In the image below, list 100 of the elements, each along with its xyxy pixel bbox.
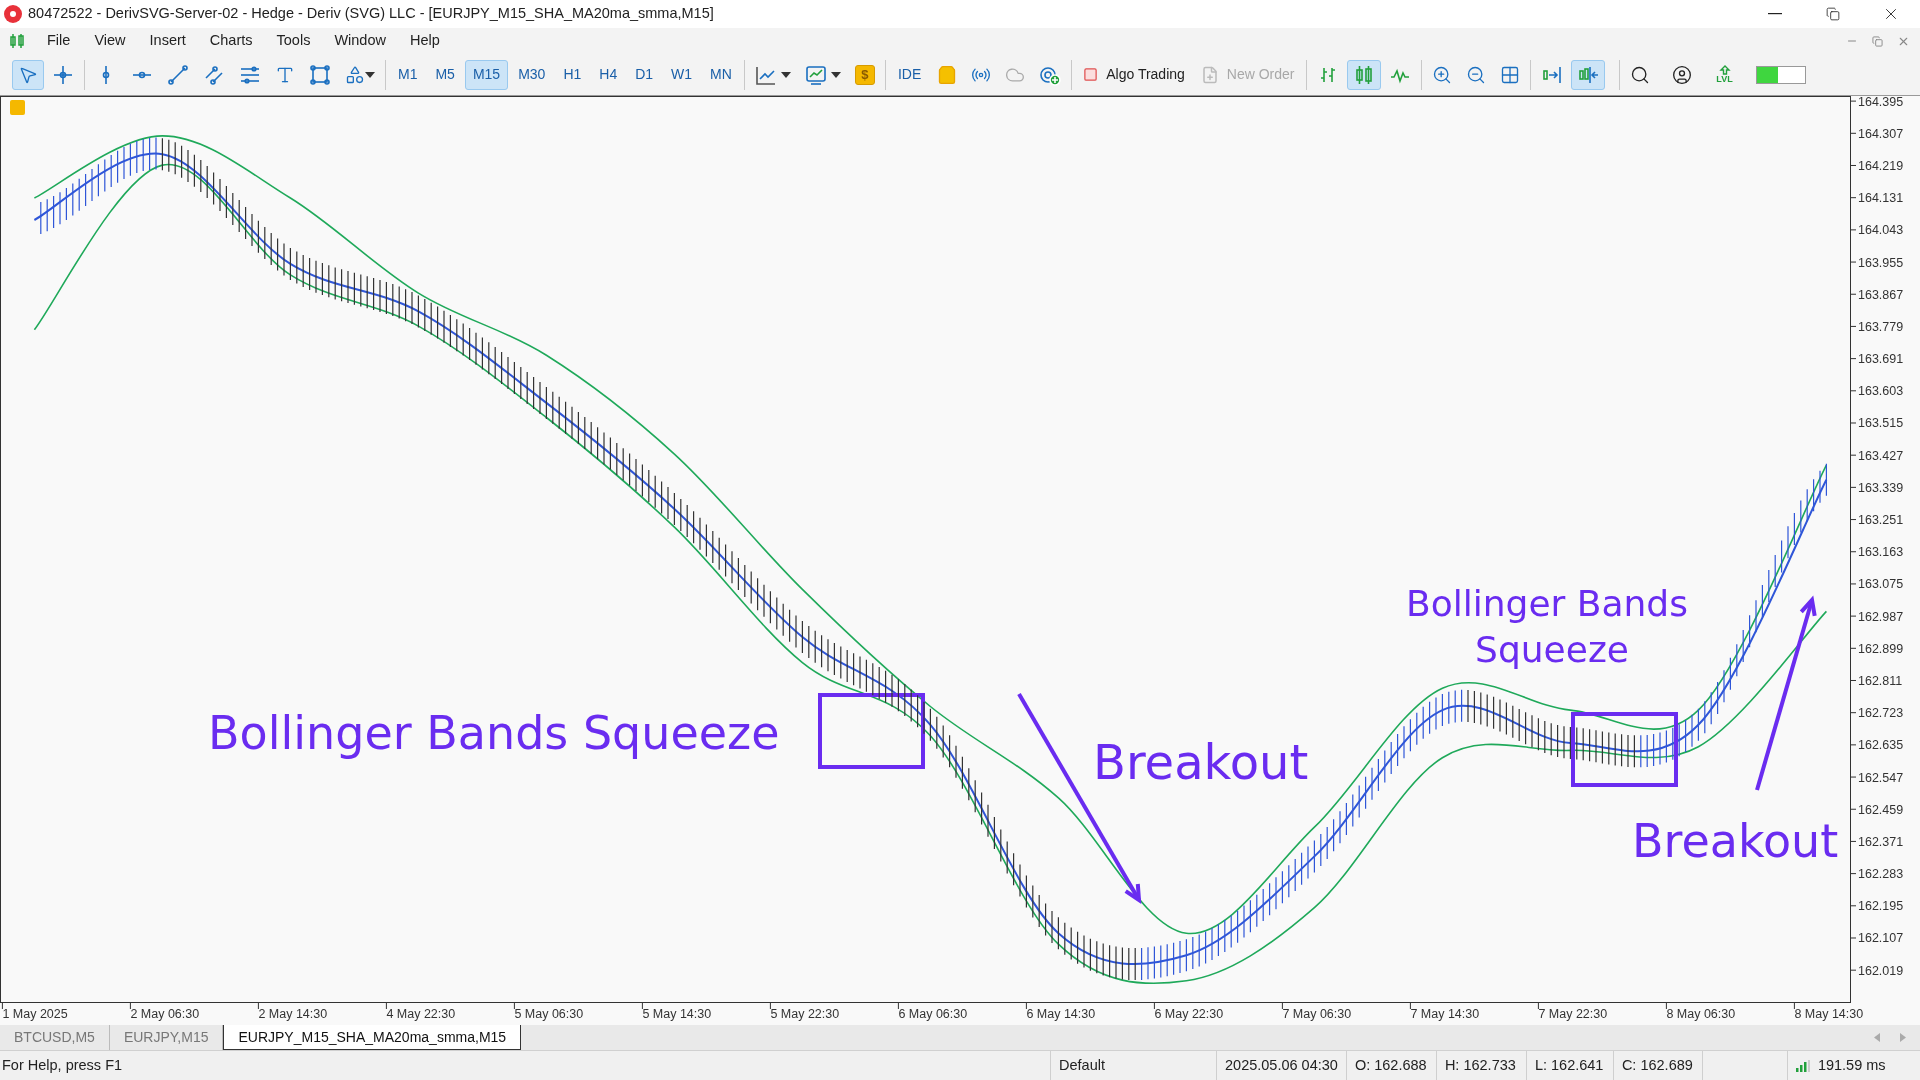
dropdown-caret-icon [830,71,841,78]
price-label: 164.043 [1858,223,1904,238]
date-label: 6 May 06:30 [898,1007,968,1021]
app-logo-icon [4,5,22,23]
profile-name: Default [1050,1051,1216,1080]
timeframe-button[interactable]: H1 [555,59,590,90]
help-text: For Help, press F1 [1,1055,124,1075]
price-label: 162.635 [1858,738,1904,753]
date-label: 6 May 14:30 [1026,1007,1096,1021]
date-label: 7 May 22:30 [1538,1007,1608,1021]
algo-trading-button[interactable]: Algo Trading [1076,59,1192,90]
price-label: 163.075 [1858,577,1904,592]
date-label: 8 May 14:30 [1794,1007,1864,1021]
timeframe-button[interactable]: M1 [390,59,426,90]
open-price: O: 162.688 [1345,1051,1436,1080]
window-title: 80472522 - DerivSVG-Server-02 - Hedge - Deriv (SVG) LLC - [EURJPY_M15_SHA_MA20ma_smma,M15] [28,4,714,24]
price-label: 163.779 [1858,319,1904,334]
dropdown-caret-icon [365,71,375,78]
timeframe-button[interactable]: M15 [464,59,509,90]
shapes-icon [345,64,365,85]
grid-icon [1499,64,1520,85]
channel-icon [203,63,225,86]
price-label: 162.019 [1858,963,1904,978]
date-label: 8 May 06:30 [1666,1007,1736,1021]
menu-item[interactable]: Insert [137,30,198,52]
price-label: 163.251 [1858,513,1904,528]
date-label: 2 May 06:30 [130,1007,200,1021]
price-label: 163.163 [1858,545,1904,560]
date-label: 5 May 14:30 [642,1007,712,1021]
price-label: 163.515 [1858,416,1904,431]
menu-item[interactable]: File [35,30,83,52]
price-label: 162.811 [1858,674,1903,688]
price-label: 162.987 [1858,609,1904,624]
price-label: 164.307 [1858,126,1904,141]
low-price: L: 162.641 [1525,1051,1613,1080]
zoom-out-icon [1465,64,1486,85]
timeframe-button[interactable]: MN [702,59,740,90]
price-label: 163.427 [1858,448,1904,463]
price-label: 164.219 [1858,159,1904,173]
price-label: 162.195 [1858,899,1904,914]
timeframe-button[interactable]: H4 [591,59,626,90]
annotation-text: Bollinger Bands Squeeze [208,706,780,760]
dollar-icon: $ [854,64,875,85]
price-label: 162.371 [1858,834,1904,849]
price-label: 162.547 [1858,770,1904,785]
menu-item[interactable]: View [82,30,138,52]
annotation-text: Squeeze [1475,629,1629,670]
crosshair-icon [52,63,74,86]
date-label: 1 May 2025 [2,1007,68,1021]
close-price: C: 162.689 [1612,1051,1702,1080]
shopping-bag-icon [937,64,958,85]
chart-tab[interactable]: BTCUSD,M5 [0,1025,110,1050]
candlestick-icon [9,33,25,49]
date-label: 5 May 06:30 [514,1007,584,1021]
high-price: H: 162.733 [1435,1051,1526,1080]
date-label: 5 May 22:30 [770,1007,840,1021]
restore-icon [1826,7,1840,21]
price-label: 163.339 [1858,480,1904,495]
date-label: 6 May 22:30 [1154,1007,1224,1021]
dropdown-caret-icon [780,71,791,78]
price-label: 163.955 [1858,255,1904,270]
menu-item[interactable]: Window [322,30,398,52]
price-label: 164.395 [1858,96,1904,109]
timeframe-button[interactable]: W1 [663,59,701,90]
annotation-text: Breakout [1093,734,1309,790]
search-icon [1629,64,1650,85]
annotation-text: Bollinger Bands [1406,583,1688,624]
ping-text: 191.59 ms [1817,1055,1886,1075]
minimize-icon [1768,13,1782,15]
date-label: 2 May 14:30 [258,1007,328,1021]
document-plus-icon [1200,65,1219,84]
timeframe-button[interactable]: IDE [889,59,930,90]
stop-square-icon [1083,67,1099,82]
zoom-in-icon [1431,64,1452,85]
restore-chart-icon[interactable] [1872,35,1883,47]
price-label: 162.899 [1858,641,1904,656]
price-label: 162.107 [1858,931,1904,946]
account-icon [1671,64,1692,85]
menu-item[interactable]: Charts [197,30,265,52]
up-arrow-icon [1718,65,1731,75]
timeframe-button[interactable]: D1 [627,59,662,90]
price-label: 162.283 [1858,867,1904,882]
timeframe-button[interactable]: M5 [427,59,463,90]
price-label: 162.723 [1858,706,1904,721]
chart-tab[interactable]: EURJPY_M15_SHA_MA20ma_smma,M15 [223,1025,522,1050]
trend-line-icon [167,63,189,86]
level-button[interactable]: LVL [1707,59,1742,90]
timeframe-button[interactable]: M30 [510,59,554,90]
price-label: 162.459 [1858,802,1904,817]
annotation-text: Breakout [1632,814,1839,868]
date-label: 4 May 22:30 [386,1007,456,1021]
bar-time: 2025.05.06 04:30 [1216,1051,1346,1080]
menu-item[interactable]: Tools [264,30,323,52]
price-label: 163.867 [1858,287,1904,302]
date-label: 7 May 06:30 [1282,1007,1352,1021]
price-label: 163.691 [1858,352,1904,367]
signal-bars-icon [1795,1059,1810,1072]
toolbar-button[interactable]: $ [848,59,881,90]
menu-item[interactable]: Help [397,30,452,52]
price-label: 164.131 [1858,191,1904,206]
